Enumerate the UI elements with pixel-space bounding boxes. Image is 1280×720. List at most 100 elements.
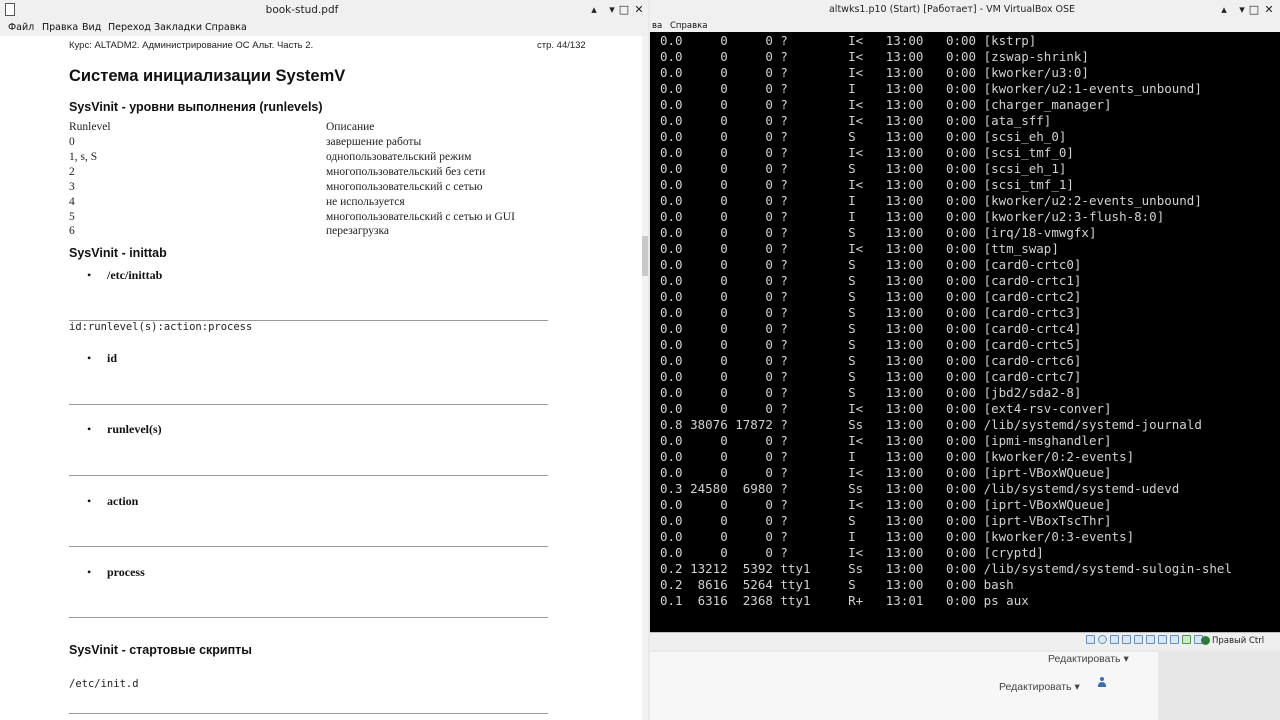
scripts-heading: SysVinit - стартовые скрипты	[69, 643, 252, 657]
bullet-icon: •	[87, 268, 92, 282]
table-cell: 3	[69, 181, 75, 193]
bullet-icon: •	[87, 565, 92, 579]
usb-icon[interactable]	[1134, 635, 1143, 644]
host-key-icon	[1201, 636, 1210, 645]
menu-go[interactable]: Переход	[108, 20, 151, 36]
menu-file[interactable]: Файл	[8, 20, 34, 36]
bullet-icon: •	[87, 494, 92, 508]
table-cell: 4	[69, 196, 75, 208]
window-title: book-stud.pdf	[265, 4, 339, 16]
runlevels-table: Runlevel Описание 0 завершение работы 1,…	[69, 121, 589, 241]
table-cell: многопользовательский с сетью и GUI	[326, 211, 515, 223]
bullet-icon: •	[87, 422, 92, 436]
divider	[69, 546, 548, 547]
terminal-line: 0.0 0 0 ? S 13:00 0:00 [card0-crtc5]	[660, 337, 1082, 352]
shared-folder-icon[interactable]	[1146, 635, 1155, 644]
terminal-line: 0.2 13212 5392 tty1 Ss 13:00 0:00 /lib/s…	[660, 561, 1232, 576]
vm-menu-partial[interactable]: ва	[652, 20, 662, 32]
inittab-format: id:runlevel(s):action:process	[69, 321, 253, 333]
terminal-line: 0.0 0 0 ? I< 13:00 0:00 [ata_sff]	[660, 113, 1052, 128]
table-cell: 0	[69, 136, 75, 148]
terminal-line: 0.0 0 0 ? S 13:00 0:00 [card0-crtc6]	[660, 353, 1082, 368]
terminal-line: 0.0 0 0 ? I< 13:00 0:00 [kworker/u3:0]	[660, 65, 1089, 80]
terminal-line: 0.0 0 0 ? I< 13:00 0:00 [scsi_tmf_0]	[660, 145, 1074, 160]
vm-close-button[interactable]: ✕	[1261, 2, 1277, 18]
table-cell: 2	[69, 166, 75, 178]
terminal-line: 0.0 0 0 ? I 13:00 0:00 [kworker/u2:1-eve…	[660, 81, 1202, 96]
display-icon[interactable]	[1158, 635, 1167, 644]
vm-shade-button[interactable]: ▴	[1216, 2, 1232, 18]
terminal-line: 0.0 0 0 ? I 13:00 0:00 [kworker/0:3-even…	[660, 529, 1135, 544]
divider	[69, 617, 548, 618]
terminal-line: 0.0 0 0 ? S 13:00 0:00 [card0-crtc0]	[660, 257, 1082, 272]
table-cell: многопользовательский без сети	[326, 166, 486, 178]
recording-icon[interactable]	[1170, 635, 1179, 644]
terminal-line: 0.0 0 0 ? I< 13:00 0:00 [iprt-VBoxWQueue…	[660, 497, 1112, 512]
menu-help[interactable]: Справка	[205, 20, 247, 36]
table-cell: завершение работы	[326, 136, 422, 148]
close-button[interactable]: ✕	[631, 2, 647, 18]
maximize-button[interactable]: □	[616, 2, 632, 18]
terminal-line: 0.0 0 0 ? I 13:00 0:00 [kworker/0:2-even…	[660, 449, 1135, 464]
edit-dropdown-2[interactable]: Редактировать ▾	[999, 681, 1080, 693]
field-process: process	[107, 565, 145, 579]
network-icon[interactable]	[1122, 635, 1131, 644]
table-cell: 5	[69, 211, 75, 223]
terminal-line: 0.0 0 0 ? I 13:00 0:00 [kworker/u2:3-flu…	[660, 209, 1165, 224]
audio-icon[interactable]	[1110, 635, 1119, 644]
shade-button[interactable]: ▴	[586, 2, 602, 18]
page-title: Система инициализации SystemV	[69, 67, 346, 85]
terminal-line: 0.3 24580 6980 ? Ss 13:00 0:00 /lib/syst…	[660, 481, 1180, 496]
terminal-line: 0.0 0 0 ? I< 13:00 0:00 [iprt-VBoxWQueue…	[660, 465, 1112, 480]
terminal-line: 0.0 0 0 ? I< 13:00 0:00 [ipmi-msghandler…	[660, 433, 1112, 448]
pdf-scrollbar[interactable]	[642, 36, 648, 720]
terminal-line: 0.0 0 0 ? S 13:00 0:00 [card0-crtc7]	[660, 369, 1082, 384]
terminal-line: 0.0 0 0 ? I< 13:00 0:00 [ttm_swap]	[660, 241, 1059, 256]
vm-maximize-button[interactable]: □	[1246, 2, 1262, 18]
pdf-scrollbar-thumb[interactable]	[642, 236, 648, 276]
menu-edit[interactable]: Правка	[42, 20, 78, 36]
terminal-line: 0.0 0 0 ? S 13:00 0:00 [card0-crtc3]	[660, 305, 1082, 320]
terminal-line: 0.0 0 0 ? S 13:00 0:00 [iprt-VBoxTscThr]	[660, 513, 1112, 528]
field-runlevels: runlevel(s)	[107, 422, 162, 436]
optical-icon[interactable]	[1098, 635, 1107, 644]
capture-icon[interactable]	[1182, 635, 1191, 644]
user-icon[interactable]	[1098, 677, 1106, 689]
vm-menu-help[interactable]: Справка	[670, 20, 707, 32]
vm-window-title: altwks1.p10 (Start) [Работает] - VM Virt…	[828, 4, 1076, 15]
terminal-line: 0.0 0 0 ? I< 13:00 0:00 [ext4-rsv-conver…	[660, 401, 1112, 416]
terminal-line: 0.2 8616 5264 tty1 S 13:00 0:00 bash	[660, 577, 1014, 592]
menu-view[interactable]: Вид	[82, 20, 101, 36]
bullet-icon: •	[87, 351, 92, 365]
course-header: Курс: ALTADM2. Администрирование ОС Альт…	[69, 40, 314, 51]
divider	[69, 713, 548, 714]
terminal-line: 0.0 0 0 ? I< 13:00 0:00 [scsi_tmf_1]	[660, 177, 1074, 192]
terminal-line: 0.1 6316 2368 tty1 R+ 13:01 0:00 ps aux	[660, 593, 1029, 608]
terminal-line: 0.0 0 0 ? I< 13:00 0:00 [cryptd]	[660, 545, 1044, 560]
page-number: стр. 44/132	[537, 40, 586, 51]
table-cell: 6	[69, 225, 75, 237]
hdd-icon[interactable]	[1086, 635, 1095, 644]
edit-dropdown-1[interactable]: Редактировать ▾	[1048, 653, 1129, 665]
inittab-path: /etc/inittab	[107, 268, 163, 282]
terminal-line: 0.0 0 0 ? I< 13:00 0:00 [kstrp]	[660, 33, 1037, 48]
terminal-line: 0.0 0 0 ? I 13:00 0:00 [kworker/u2:2-eve…	[660, 193, 1202, 208]
field-action: action	[107, 494, 139, 508]
terminal-line: 0.0 0 0 ? S 13:00 0:00 [scsi_eh_0]	[660, 129, 1067, 144]
divider	[69, 404, 548, 405]
terminal-line: 0.0 0 0 ? I< 13:00 0:00 [zswap-shrink]	[660, 49, 1089, 64]
terminal-line: 0.0 0 0 ? S 13:00 0:00 [card0-crtc2]	[660, 289, 1082, 304]
terminal-line: 0.0 0 0 ? S 13:00 0:00 [jbd2/sda2-8]	[660, 385, 1082, 400]
pdf-title-bar[interactable]: book-stud.pdf ▴ ▾ □ ✕	[0, 0, 648, 21]
table-cell: 1, s, S	[69, 151, 98, 163]
terminal-line: 0.0 0 0 ? S 13:00 0:00 [card0-crtc4]	[660, 321, 1082, 336]
table-cell: многопользовательский с сетью	[326, 181, 483, 193]
inittab-heading: SysVinit - inittab	[69, 246, 167, 260]
table-cell: не используется	[326, 196, 405, 208]
menu-bookmarks[interactable]: Закладки	[154, 20, 202, 36]
terminal-line: 0.8 38076 17872 ? Ss 13:00 0:00 /lib/sys…	[660, 417, 1202, 432]
background-window-panel	[1158, 652, 1280, 720]
table-cell: однопользовательский режим	[326, 151, 472, 163]
table-header-description: Описание	[326, 121, 375, 133]
terminal-line: 0.0 0 0 ? S 13:00 0:00 [irq/18-vmwgfx]	[660, 225, 1097, 240]
